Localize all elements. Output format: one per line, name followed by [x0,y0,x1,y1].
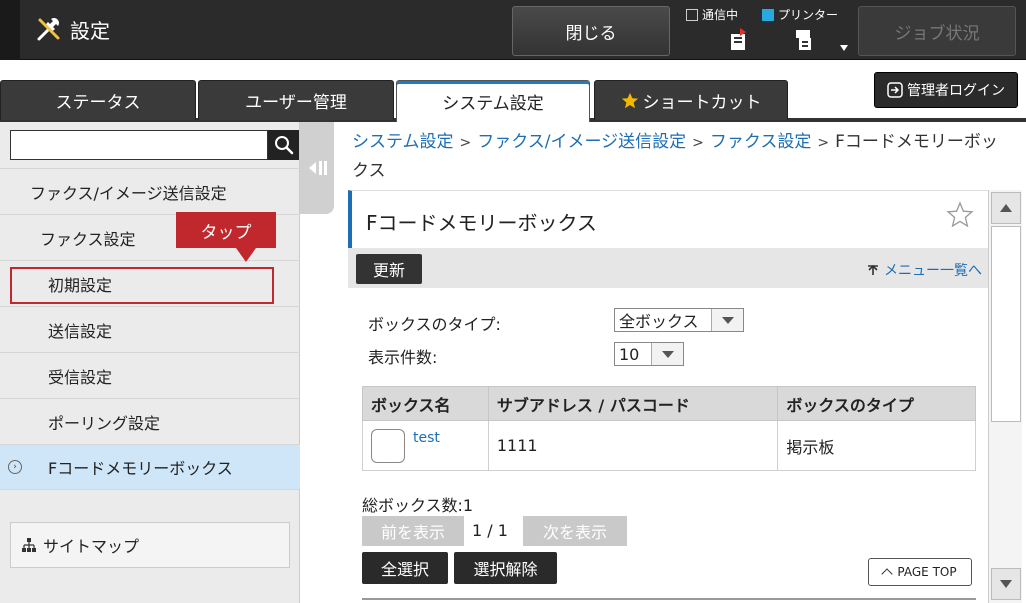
next-page-button[interactable]: 次を表示 [523,516,627,546]
tab-status[interactable]: ステータス [0,80,196,120]
table-cell-type: 掲示板 [777,420,976,471]
app-title-text: 設定 [70,18,110,43]
chevron-down-icon [651,343,683,365]
favorite-star-icon[interactable] [946,201,974,229]
status-comm: 通信中 [686,6,738,23]
scrollbar-thumb[interactable] [991,226,1021,422]
fax-job-icon [731,28,746,50]
table-cell-subaddress: 1111 [487,420,779,471]
tools-icon [37,17,60,41]
table-cell-name: test [362,420,489,471]
tab-user-management[interactable]: ユーザー管理 [198,80,394,120]
sidebar-search-button[interactable] [268,130,299,160]
admin-login-label: 管理者ログイン [907,83,1005,99]
search-icon [274,136,293,155]
display-count-label: 表示件数: [368,348,438,367]
col-header-box-name: ボックス名 [362,386,489,421]
status-area: 通信中 プリンター [682,4,852,58]
breadcrumb-separator: > [459,135,472,151]
close-button[interactable]: 閉じる [512,6,670,56]
scroll-down-icon [1000,580,1012,588]
chevron-up-icon [881,568,894,580]
prev-page-button[interactable]: 前を表示 [362,516,464,546]
page-top-button[interactable]: PAGE TOP [868,558,972,586]
divider [362,598,976,600]
star-icon [621,92,638,108]
scroll-up-button[interactable] [991,192,1021,224]
display-count-value: 10 [619,344,640,364]
panel-toolbar: 更新 メニュー一覧へ [348,248,988,288]
status-comm-label: 通信中 [702,8,739,22]
total-box-count: 総ボックス数:1 [362,496,474,515]
chevron-right-icon: › [8,460,22,474]
sitemap-label: サイトマップ [43,537,140,556]
printer-job-icon [796,30,811,50]
back-arrow-icon [868,264,878,275]
col-header-subaddress: サブアドレス / パスコード [487,386,779,421]
sidebar-item-receive-settings[interactable]: 受信設定 [0,352,300,398]
tab-system-settings[interactable]: システム設定 [396,80,590,122]
sitemap-link[interactable]: サイトマップ [10,522,290,568]
col-header-box-type: ボックスのタイプ [777,386,976,421]
breadcrumb-fax-image-send[interactable]: ファクス/イメージ送信設定 [477,132,686,152]
refresh-button[interactable]: 更新 [356,254,422,284]
breadcrumb-separator: > [692,135,704,151]
menu-list-link[interactable]: メニュー一覧へ [866,260,982,280]
table-header-row: ボックス名 サブアドレス / パスコード ボックスのタイプ [362,386,976,421]
scroll-down-button[interactable] [991,568,1021,600]
breadcrumb-fax-settings[interactable]: ファクス設定 [710,132,812,152]
breadcrumb-separator: > [817,135,830,151]
box-type-select[interactable]: 全ボックス [614,308,744,332]
sidebar-item-fax-image-send[interactable]: ファクス/イメージ送信設定 [0,168,300,214]
highlight-box [10,267,274,304]
sitemap-icon [22,538,36,552]
dropdown-triangle-icon[interactable] [840,44,848,52]
printer-indicator-icon [762,8,774,21]
status-printer: プリンター [762,6,838,23]
collapse-left-icon [309,161,327,175]
tap-callout: タップ [176,212,276,262]
tab-bar: ステータス ユーザー管理 システム設定 ショートカット 管理者ログイン [0,60,1026,122]
left-strip [0,0,20,60]
table-row: test 1111 掲示板 [362,420,976,471]
row-checkbox[interactable] [371,428,405,463]
sidebar-item-fcode-label: Fコードメモリーボックス [48,459,233,478]
display-count-select[interactable]: 10 [614,342,684,366]
page-indicator: 1 / 1 [472,521,508,540]
page-top-label: PAGE TOP [897,565,957,579]
sidebar-collapse-handle[interactable] [300,122,334,214]
sidebar-item-send-settings[interactable]: 送信設定 [0,306,300,352]
sidebar-item-fcode-memory-box[interactable]: › Fコードメモリーボックス [0,444,300,490]
select-all-button[interactable]: 全選択 [362,552,448,584]
panel-header: Fコードメモリーボックス [348,190,988,248]
tab-shortcut-label: ショートカット [642,93,762,113]
comm-indicator-icon [686,8,698,21]
sidebar-item-polling-settings[interactable]: ポーリング設定 [0,398,300,444]
breadcrumb-system-settings[interactable]: システム設定 [352,132,454,152]
app-title: 設定 [34,14,110,44]
chevron-down-icon [711,309,743,331]
deselect-button[interactable]: 選択解除 [454,552,557,584]
job-status-button[interactable]: ジョブ状況 [858,6,1016,56]
scroll-up-icon [1000,204,1012,212]
sidebar-search-input[interactable] [10,130,268,160]
status-printer-label: プリンター [778,8,839,22]
box-name-link[interactable]: test [413,430,440,446]
box-type-value: 全ボックス [619,312,699,331]
admin-login-button[interactable]: 管理者ログイン [874,72,1018,108]
page-title: Fコードメモリーボックス [366,211,597,235]
menu-list-label: メニュー一覧へ [884,263,982,279]
breadcrumb: システム設定 > ファクス/イメージ送信設定 > ファクス設定 > Fコードメモリーボックス [352,128,1012,185]
box-type-label: ボックスのタイプ: [368,315,501,334]
box-table: ボックス名 サブアドレス / パスコード ボックスのタイプ test 1111 … [362,386,976,471]
top-bar: 設定 閉じる 通信中 プリンター ジョブ状況 [0,0,1026,60]
tab-shortcut[interactable]: ショートカット [594,80,788,120]
scrollbar[interactable] [988,190,1022,603]
login-icon [887,82,903,98]
